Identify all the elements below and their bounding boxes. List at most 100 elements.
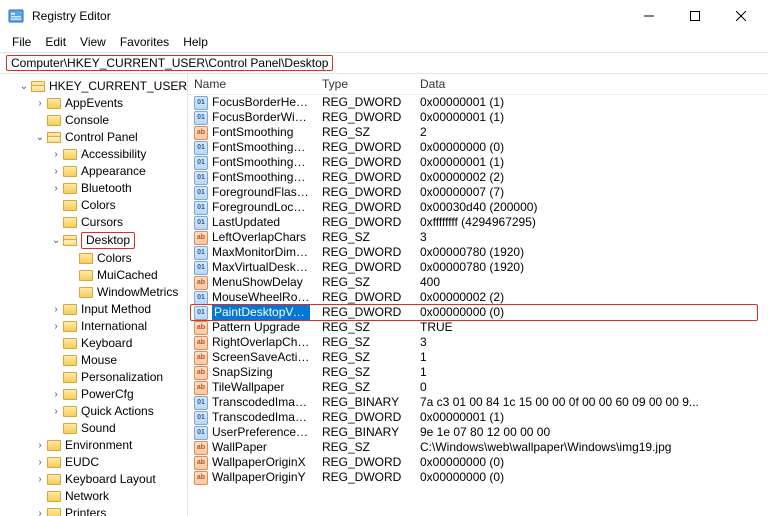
list-row[interactable]: Pattern UpgradeREG_SZTRUE <box>188 320 768 335</box>
chevron-right-icon[interactable]: › <box>50 304 62 316</box>
close-button[interactable] <box>718 0 764 32</box>
chevron-down-icon[interactable]: ⌄ <box>34 132 46 144</box>
chevron-right-icon[interactable]: › <box>50 166 62 178</box>
addressbar[interactable]: Computer\HKEY_CURRENT_USER\Control Panel… <box>0 52 768 74</box>
list-row[interactable]: ScreenSaveActiveREG_SZ1 <box>188 350 768 365</box>
tree-item[interactable]: ›Bluetooth <box>2 180 187 197</box>
list-row[interactable]: RightOverlapCharsREG_SZ3 <box>188 335 768 350</box>
list-pane[interactable]: Name Type Data FocusBorderHeightREG_DWOR… <box>188 74 768 516</box>
chevron-right-icon[interactable]: › <box>50 149 62 161</box>
list-row[interactable]: PaintDesktopVersionREG_DWORD0x00000000 (… <box>188 305 768 320</box>
chevron-down-icon[interactable]: ⌄ <box>50 235 62 247</box>
tree-item[interactable]: Sound <box>2 420 187 437</box>
list-row[interactable]: FontSmoothingOrient...REG_DWORD0x0000000… <box>188 155 768 170</box>
list-row[interactable]: FocusBorderHeightREG_DWORD0x00000001 (1) <box>188 95 768 110</box>
list-row[interactable]: ForegroundLockTime...REG_DWORD0x00030d40… <box>188 200 768 215</box>
list-row[interactable]: TranscodedImageCountREG_DWORD0x00000001 … <box>188 410 768 425</box>
value-name: FocusBorderHeight <box>212 95 310 110</box>
tree-item[interactable]: ›Accessibility <box>2 146 187 163</box>
menu-file[interactable]: File <box>6 33 37 51</box>
tree-item-label: Sound <box>81 421 116 436</box>
col-header-data[interactable]: Data <box>414 74 768 94</box>
cell-type: REG_SZ <box>316 335 414 350</box>
cell-type: REG_DWORD <box>316 140 414 155</box>
cell-data: 0x00000000 (0) <box>414 470 768 485</box>
tree-item[interactable]: ›International <box>2 318 187 335</box>
tree-item[interactable]: ›AppEvents <box>2 95 187 112</box>
maximize-button[interactable] <box>672 0 718 32</box>
tree-item[interactable]: Network <box>2 488 187 505</box>
chevron-right-icon[interactable]: › <box>34 440 46 452</box>
chevron-right-icon[interactable]: › <box>34 98 46 110</box>
tree-item[interactable]: ›Appearance <box>2 163 187 180</box>
tree-item[interactable]: WindowMetrics <box>2 284 187 301</box>
menu-help[interactable]: Help <box>177 33 214 51</box>
main-area: ⌄HKEY_CURRENT_USER›AppEventsConsole⌄Cont… <box>0 74 768 516</box>
tree-item[interactable]: Console <box>2 112 187 129</box>
tree-item[interactable]: Mouse <box>2 352 187 369</box>
list-row[interactable]: MouseWheelRoutingREG_DWORD0x00000002 (2) <box>188 290 768 305</box>
tree-item[interactable]: ⌄Control Panel <box>2 129 187 146</box>
chevron-right-icon[interactable]: › <box>34 457 46 469</box>
list-row[interactable]: SnapSizingREG_SZ1 <box>188 365 768 380</box>
list-row[interactable]: LeftOverlapCharsREG_SZ3 <box>188 230 768 245</box>
col-header-type[interactable]: Type <box>316 74 414 94</box>
list-row[interactable]: TranscodedImageCac...REG_BINARY7a c3 01 … <box>188 395 768 410</box>
tree-item[interactable]: ›Keyboard Layout <box>2 471 187 488</box>
cell-data: 0x00000780 (1920) <box>414 245 768 260</box>
tree-item[interactable]: Colors <box>2 197 187 214</box>
tree-item[interactable]: Keyboard <box>2 335 187 352</box>
tree-item[interactable]: ›EUDC <box>2 454 187 471</box>
tree-item[interactable]: Cursors <box>2 214 187 231</box>
list-row[interactable]: FontSmoothingGam...REG_DWORD0x00000000 (… <box>188 140 768 155</box>
chevron-right-icon[interactable]: › <box>50 406 62 418</box>
list-row[interactable]: MenuShowDelayREG_SZ400 <box>188 275 768 290</box>
tree-item[interactable]: ›Input Method <box>2 301 187 318</box>
list-row[interactable]: WallpaperOriginXREG_DWORD0x00000000 (0) <box>188 455 768 470</box>
tree-item[interactable]: Colors <box>2 250 187 267</box>
cell-name: MaxVirtualDesktopDi... <box>188 260 316 275</box>
tree-item[interactable]: ›Printers <box>2 505 187 516</box>
list-row[interactable]: ForegroundFlashCountREG_DWORD0x00000007 … <box>188 185 768 200</box>
string-value-icon <box>194 366 208 380</box>
chevron-down-icon[interactable]: ⌄ <box>18 81 30 93</box>
chevron-right-icon[interactable]: › <box>50 183 62 195</box>
list-row[interactable]: MaxMonitorDimensionREG_DWORD0x00000780 (… <box>188 245 768 260</box>
list-row[interactable]: MaxVirtualDesktopDi...REG_DWORD0x0000078… <box>188 260 768 275</box>
folder-icon <box>47 440 61 451</box>
chevron-right-icon[interactable]: › <box>50 389 62 401</box>
chevron-right-icon[interactable]: › <box>34 474 46 486</box>
tree-item[interactable]: ⌄HKEY_CURRENT_USER <box>2 78 187 95</box>
cell-data: 0x00000780 (1920) <box>414 260 768 275</box>
minimize-button[interactable] <box>626 0 672 32</box>
menu-edit[interactable]: Edit <box>39 33 72 51</box>
list-row[interactable]: LastUpdatedREG_DWORD0xffffffff (42949672… <box>188 215 768 230</box>
list-row[interactable]: TileWallpaperREG_SZ0 <box>188 380 768 395</box>
list-header[interactable]: Name Type Data <box>188 74 768 95</box>
tree-item[interactable]: ⌄Desktop <box>2 231 187 250</box>
string-value-icon <box>194 231 208 245</box>
list-row[interactable]: FontSmoothingREG_SZ2 <box>188 125 768 140</box>
menu-favorites[interactable]: Favorites <box>114 33 175 51</box>
value-name: LastUpdated <box>212 215 280 230</box>
tree-item[interactable]: Personalization <box>2 369 187 386</box>
address-path[interactable]: Computer\HKEY_CURRENT_USER\Control Panel… <box>6 55 333 71</box>
tree-item[interactable]: ›PowerCfg <box>2 386 187 403</box>
cell-data: 2 <box>414 125 768 140</box>
cell-data: 400 <box>414 275 768 290</box>
col-header-name[interactable]: Name <box>188 74 316 94</box>
tree-item[interactable]: MuiCached <box>2 267 187 284</box>
menu-view[interactable]: View <box>74 33 112 51</box>
list-row[interactable]: FocusBorderWidthREG_DWORD0x00000001 (1) <box>188 110 768 125</box>
list-row[interactable]: WallPaperREG_SZC:\Windows\web\wallpaper\… <box>188 440 768 455</box>
chevron-right-icon[interactable]: › <box>50 321 62 333</box>
cell-type: REG_SZ <box>316 275 414 290</box>
chevron-right-icon[interactable]: › <box>34 508 46 516</box>
list-row[interactable]: WallpaperOriginYREG_DWORD0x00000000 (0) <box>188 470 768 485</box>
tree-pane[interactable]: ⌄HKEY_CURRENT_USER›AppEventsConsole⌄Cont… <box>0 74 188 516</box>
tree-item[interactable]: ›Environment <box>2 437 187 454</box>
list-row[interactable]: UserPreferencesMaskREG_BINARY9e 1e 07 80… <box>188 425 768 440</box>
tree-item[interactable]: ›Quick Actions <box>2 403 187 420</box>
cell-data: 0x00030d40 (200000) <box>414 200 768 215</box>
list-row[interactable]: FontSmoothingTypeREG_DWORD0x00000002 (2) <box>188 170 768 185</box>
